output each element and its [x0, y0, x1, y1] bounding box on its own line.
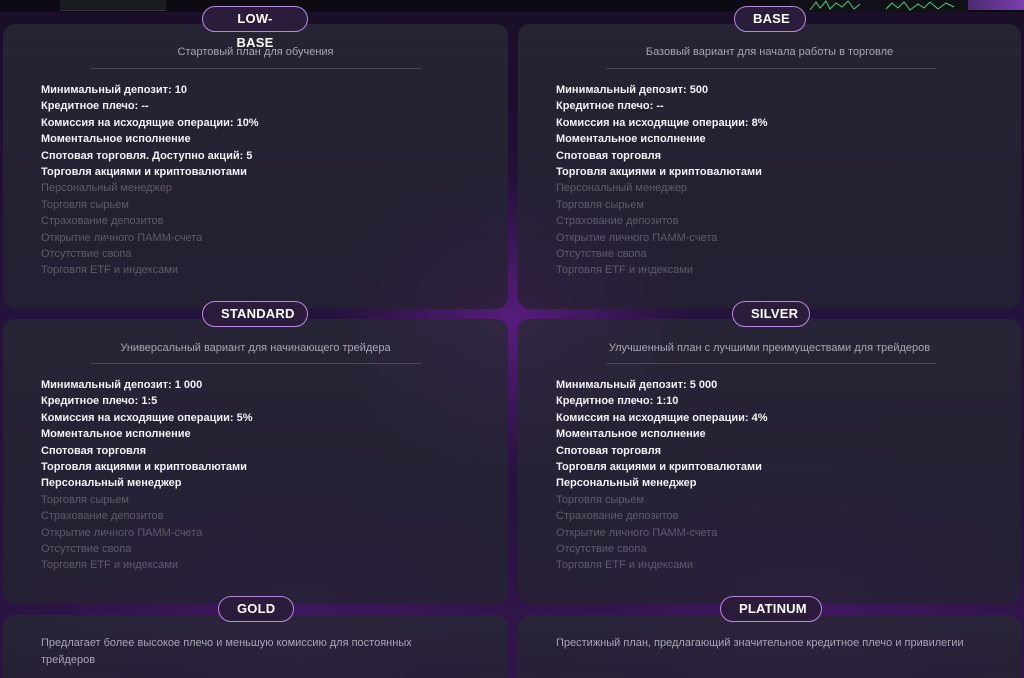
feature-list: Минимальный депозит: 5 000 Кредитное плеч… [556, 377, 767, 574]
feature-included: Персональный менеджер [41, 477, 182, 490]
feature-unavailable: Страхование депозитов [556, 510, 679, 523]
feature-included: Торговля акциями и криптовалютами [41, 460, 247, 473]
feature-unavailable: Отсутствие свопа [41, 247, 132, 260]
feature-included: Торговля акциями и криптовалютами [41, 165, 247, 178]
feature-included: Минимальный депозит: 500 [556, 84, 709, 96]
feature-unavailable: Персональный менеджер [41, 182, 173, 195]
chart-preview-thumbnail [790, 0, 970, 12]
feature-included: Комиссия на исходящие операции: 8% [556, 116, 768, 129]
feature-unavailable: Торговля сырьем [556, 198, 644, 211]
feature-included: Кредитное плечо: -- [41, 100, 149, 113]
feature-included: Минимальный депозит: 5 000 [556, 379, 718, 391]
feature-included: Персональный менеджер [556, 477, 697, 490]
feature-unavailable: Страхование депозитов [41, 215, 164, 228]
feature-unavailable: Персональный менеджер [556, 182, 688, 195]
feature-unavailable: Отсутствие свопа [556, 247, 647, 260]
feature-unavailable: Открытие личного ПАММ-счета [556, 526, 718, 539]
feature-unavailable: Открытие личного ПАММ-счета [41, 231, 203, 244]
feature-included: Кредитное плечо: -- [556, 100, 664, 113]
feature-included: Моментальное исполнение [556, 428, 706, 441]
feature-included: Минимальный депозит: 1 000 [41, 379, 203, 391]
feature-unavailable: Торговля ETF и индексами [556, 559, 694, 572]
feature-unavailable: Страхование депозитов [41, 510, 164, 523]
plan-badge-low-base[interactable]: LOW-BASE [202, 6, 308, 50]
feature-unavailable: Открытие личного ПАММ-счета [556, 231, 718, 244]
plan-badge-standard[interactable]: STANDARD [202, 301, 308, 327]
divider [91, 363, 421, 364]
feature-included: Моментальное исполнение [41, 428, 191, 441]
feature-unavailable: Торговля ETF и индексами [41, 264, 179, 277]
plan-badge-gold[interactable]: GOLD [218, 596, 294, 622]
feature-included: Комиссия на исходящие операции: 10% [41, 116, 259, 129]
plan-subtitle: Универсальный вариант для начинающего тр… [120, 342, 391, 354]
feature-included: Комиссия на исходящие операции: 5% [41, 411, 253, 424]
feature-unavailable: Торговля сырьем [41, 493, 129, 506]
feature-list: Минимальный депозит: 500 Кредитное плечо:… [556, 82, 767, 279]
plan-card-standard: Универсальный вариант для начинающего тр… [3, 319, 508, 604]
feature-included: Минимальный депозит: 10 [41, 84, 187, 96]
feature-unavailable: Отсутствие свопа [41, 542, 132, 555]
plans-page: Стартовый план для обучения Минимальный … [0, 0, 1024, 678]
divider [606, 68, 936, 69]
plan-card-gold: Предлагает более высокое плечо и меньшую… [3, 615, 508, 678]
feature-included: Моментальное исполнение [556, 133, 706, 146]
feature-included: Моментальное исполнение [41, 133, 191, 146]
feature-unavailable: Торговля сырьем [41, 198, 129, 211]
feature-unavailable: Торговля сырьем [556, 493, 644, 506]
plan-card-silver: Улучшенный план с лучшими преимуществами… [518, 319, 1021, 604]
feature-included: Спотовая торговля [556, 149, 662, 162]
divider [606, 363, 936, 364]
feature-list: Минимальный депозит: 1 000 Кредитное плеч… [41, 377, 252, 574]
feature-included: Спотовая торговля [556, 444, 662, 457]
plan-card-platinum: Престижный план, предлагающий значительн… [518, 615, 1021, 678]
feature-unavailable: Торговля ETF и индексами [41, 559, 179, 572]
feature-included: Торговля акциями и криптовалютами [556, 460, 762, 473]
feature-included: Кредитное плечо: 1:5 [41, 395, 158, 408]
top-accent-bar [968, 0, 1024, 10]
feature-included: Комиссия на исходящие операции: 4% [556, 411, 768, 424]
feature-list: Минимальный депозит: 10 Кредитное плечо: … [41, 82, 259, 279]
plan-badge-platinum[interactable]: PLATINUM [720, 596, 822, 622]
plan-badge-base[interactable]: BASE [734, 6, 806, 32]
plan-description: Предлагает более высокое плечо и меньшую… [41, 637, 412, 666]
feature-unavailable: Отсутствие свопа [556, 542, 647, 555]
plan-badge-silver[interactable]: SILVER [732, 301, 810, 327]
plan-card-base: Базовый вариант для начала работы в торг… [518, 24, 1021, 309]
app-preview-thumbnail [60, 0, 166, 11]
plan-card-low-base: Стартовый план для обучения Минимальный … [3, 24, 508, 309]
feature-unavailable: Торговля ETF и индексами [556, 264, 694, 277]
feature-included: Торговля акциями и криптовалютами [556, 165, 762, 178]
feature-unavailable: Открытие личного ПАММ-счета [41, 526, 203, 539]
feature-unavailable: Страхование депозитов [556, 215, 679, 228]
plan-description: Престижный план, предлагающий значительн… [556, 637, 964, 649]
feature-included: Спотовая торговля [41, 444, 147, 457]
divider [91, 68, 421, 69]
plan-subtitle: Улучшенный план с лучшими преимуществами… [608, 342, 931, 354]
feature-included: Кредитное плечо: 1:10 [556, 395, 679, 408]
feature-included: Спотовая торговля. Доступно акций: 5 [41, 149, 253, 162]
plan-subtitle: Базовый вариант для начала работы в торг… [645, 46, 894, 58]
